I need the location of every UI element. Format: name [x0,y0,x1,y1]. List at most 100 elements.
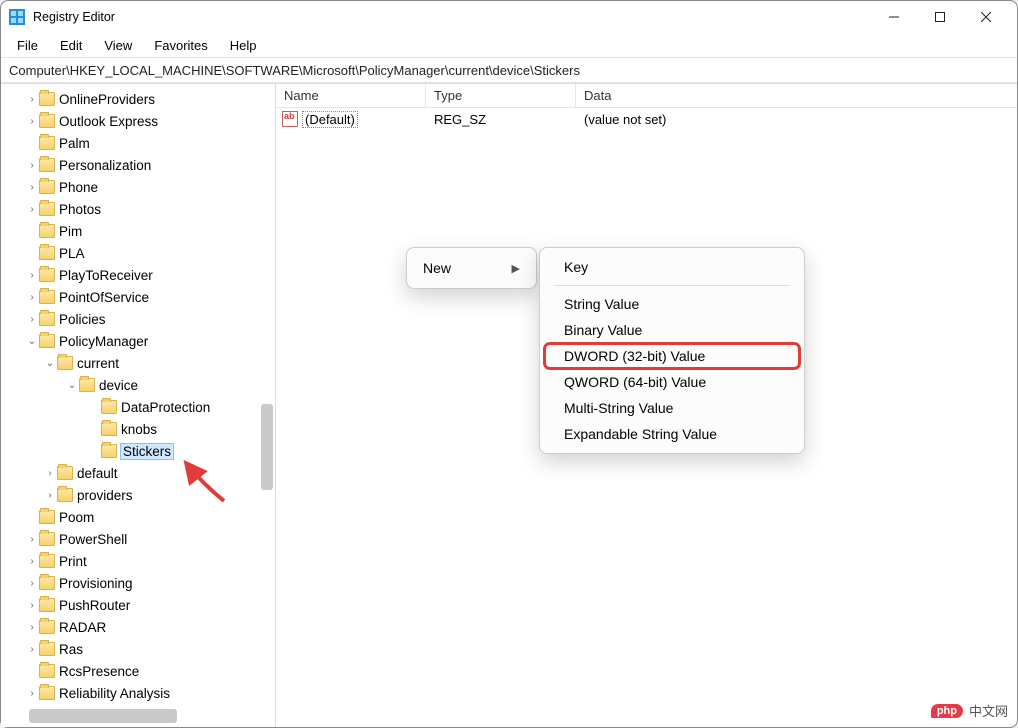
tree-item[interactable]: › providers [7,484,275,506]
list-row[interactable]: (Default) REG_SZ(value not set) [276,108,1017,130]
context-item[interactable]: Expandable String Value [544,421,800,447]
tree-item[interactable]: › PushRouter [7,594,275,616]
watermark-text: 中文网 [969,701,1008,720]
chevron-right-icon[interactable]: › [25,314,39,325]
tree-item[interactable]: ›Ras [7,638,275,660]
context-new[interactable]: New ▶ [411,254,532,282]
tree-item[interactable]: ›Phone [7,176,275,198]
tree-item-label: Poom [59,510,94,525]
chevron-right-icon[interactable]: › [25,270,39,281]
tree-item-label: Policies [59,312,106,327]
tree-item[interactable]: DataProtection [7,396,275,418]
tree-item[interactable]: › PowerShell [7,528,275,550]
maximize-button[interactable] [917,1,963,33]
tree-item-label: knobs [121,422,157,437]
chevron-right-icon[interactable]: › [25,204,39,215]
context-item[interactable]: DWORD (32-bit) Value [544,343,800,369]
chevron-right-icon[interactable]: › [43,490,57,501]
close-button[interactable] [963,1,1009,33]
column-name[interactable]: Name [276,84,426,107]
context-item[interactable]: Binary Value [544,317,800,343]
chevron-right-icon[interactable]: › [25,534,39,545]
tree-item-label: device [99,378,138,393]
context-item[interactable]: Multi-String Value [544,395,800,421]
folder-icon [39,224,55,238]
chevron-right-icon[interactable]: › [25,182,39,193]
menu-favorites[interactable]: Favorites [144,36,217,55]
value-type: REG_SZ [426,112,576,127]
tree-item[interactable]: ⌄PolicyManager [7,330,275,352]
folder-icon [39,246,55,260]
chevron-down-icon[interactable]: ⌄ [43,358,57,369]
tree-item[interactable]: Stickers [7,440,275,462]
tree-item-label: PushRouter [59,598,130,613]
tree-item[interactable]: ⌄ current [7,352,275,374]
value-name: (Default) [302,111,358,128]
value-data: (value not set) [576,112,1017,127]
chevron-down-icon[interactable]: ⌄ [65,380,79,391]
tree-horizontal-scrollbar[interactable] [29,709,177,723]
window-title: Registry Editor [33,10,871,24]
chevron-right-icon[interactable]: › [25,160,39,171]
menu-edit[interactable]: Edit [50,36,92,55]
column-data[interactable]: Data [576,84,1017,107]
tree-item[interactable]: Pim [7,220,275,242]
tree-item-label: RADAR [59,620,106,635]
tree-item[interactable]: ›Provisioning [7,572,275,594]
tree-item[interactable]: Palm [7,132,275,154]
chevron-right-icon[interactable]: › [25,556,39,567]
watermark: php 中文网 [931,701,1008,720]
chevron-right-icon[interactable]: › [25,600,39,611]
folder-icon [101,400,117,414]
tree-item[interactable]: RcsPresence [7,660,275,682]
context-menu-primary: New ▶ [406,247,537,289]
menu-help[interactable]: Help [220,36,267,55]
tree-item[interactable]: › PointOfService [7,286,275,308]
chevron-right-icon[interactable]: › [25,622,39,633]
tree-item[interactable]: ›OnlineProviders [7,88,275,110]
folder-icon [39,290,55,304]
tree-item[interactable]: ⌄ device [7,374,275,396]
tree-item[interactable]: ›Reliability Analysis [7,682,275,704]
tree-item[interactable]: Poom [7,506,275,528]
tree-item[interactable]: › Policies [7,308,275,330]
tree-item[interactable]: ›default [7,462,275,484]
chevron-right-icon[interactable]: › [25,578,39,589]
tree-pane[interactable]: ›OnlineProviders›Outlook ExpressPalm › Per… [1,84,276,727]
tree-vertical-scrollbar[interactable] [261,404,273,490]
menu-file[interactable]: File [7,36,48,55]
tree-item[interactable]: PLA [7,242,275,264]
menu-view[interactable]: View [94,36,142,55]
tree-item[interactable]: knobs [7,418,275,440]
chevron-right-icon[interactable]: › [25,644,39,655]
tree-item[interactable]: ›Outlook Express [7,110,275,132]
column-type[interactable]: Type [426,84,576,107]
chevron-right-icon[interactable]: › [25,116,39,127]
folder-icon [39,158,55,172]
chevron-down-icon[interactable]: ⌄ [25,336,39,347]
tree-item-label: Print [59,554,87,569]
tree-item[interactable]: ›Photos [7,198,275,220]
tree-item[interactable]: ›PlayToReceiver [7,264,275,286]
folder-icon [39,312,55,326]
chevron-right-icon[interactable]: › [43,468,57,479]
tree-item-label: Personalization [59,158,151,173]
chevron-right-icon[interactable]: › [25,688,39,699]
folder-icon [39,664,55,678]
tree-item[interactable]: › RADAR [7,616,275,638]
tree-item-label: PointOfService [59,290,149,305]
tree-item-label: PowerShell [59,532,127,547]
chevron-right-icon[interactable]: › [25,94,39,105]
address-bar[interactable]: Computer\HKEY_LOCAL_MACHINE\SOFTWARE\Mic… [1,57,1017,83]
tree-item-label: current [77,356,119,371]
tree-item[interactable]: › Print [7,550,275,572]
context-item[interactable]: QWORD (64-bit) Value [544,369,800,395]
folder-icon [39,554,55,568]
minimize-button[interactable] [871,1,917,33]
chevron-right-icon[interactable]: › [25,292,39,303]
context-item[interactable]: Key [544,254,800,280]
context-new-label: New [423,260,451,276]
context-item[interactable]: String Value [544,291,800,317]
tree-item[interactable]: › Personalization [7,154,275,176]
tree-item-label: providers [77,488,133,503]
